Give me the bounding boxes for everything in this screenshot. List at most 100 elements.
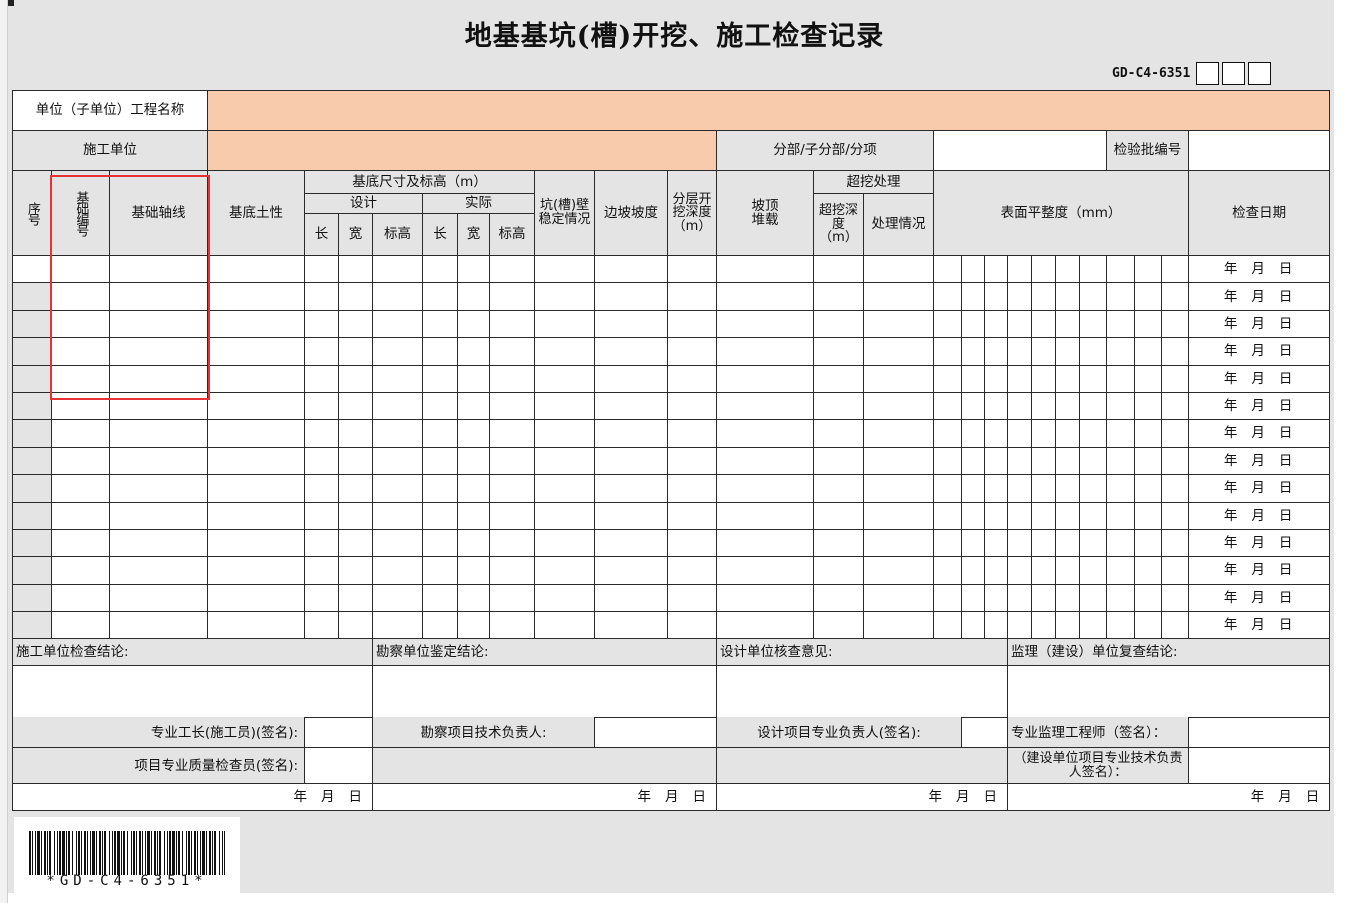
table-cell[interactable] [594,528,669,558]
table-cell[interactable] [1106,254,1136,284]
table-cell[interactable] [534,583,596,613]
table-cell[interactable] [489,309,536,339]
table-cell[interactable] [984,282,1009,311]
table-cell[interactable] [933,446,963,476]
table-cell[interactable] [984,446,1009,476]
table-cell[interactable] [1106,501,1136,530]
table-cell[interactable] [1007,528,1033,558]
table-cell[interactable] [489,556,536,585]
table-cell[interactable] [457,254,491,284]
table-cell[interactable] [534,391,596,421]
table-cell[interactable] [372,474,424,503]
table-cell[interactable] [716,309,815,339]
table-cell[interactable] [716,474,815,503]
table-cell[interactable] [12,583,52,613]
table-cell[interactable] [108,254,209,284]
table-cell[interactable] [961,254,986,284]
table-cell[interactable] [716,556,815,585]
table-cell[interactable] [716,446,815,476]
table-cell[interactable] [489,282,536,311]
table-cell[interactable] [594,446,669,476]
table-cell[interactable] [716,337,815,366]
table-cell[interactable] [304,419,340,448]
check-date-cell[interactable]: 年月日 [1188,419,1331,448]
table-cell[interactable] [304,391,340,421]
table-cell[interactable] [813,254,865,284]
project-name-field[interactable] [207,90,1331,131]
table-cell[interactable] [457,419,491,448]
table-cell[interactable] [534,282,596,311]
table-cell[interactable] [813,391,865,421]
table-cell[interactable] [863,337,935,366]
table-cell[interactable] [933,528,963,558]
check-date-cell[interactable]: 年月日 [1188,611,1331,640]
table-cell[interactable] [594,337,669,366]
table-cell[interactable] [933,419,963,448]
table-cell[interactable] [372,583,424,613]
table-cell[interactable] [534,528,596,558]
table-cell[interactable] [457,501,491,530]
table-cell[interactable] [304,254,340,284]
subdivision-field[interactable] [933,130,1108,171]
table-cell[interactable] [667,364,718,393]
table-cell[interactable] [863,309,935,339]
table-cell[interactable] [489,474,536,503]
table-cell[interactable] [1079,309,1108,339]
table-cell[interactable] [1106,528,1136,558]
check-date-cell[interactable]: 年月日 [1188,474,1331,503]
table-cell[interactable] [1161,611,1190,640]
table-cell[interactable] [1134,611,1163,640]
table-cell[interactable] [863,282,935,311]
table-cell[interactable] [1055,474,1081,503]
table-cell[interactable] [457,446,491,476]
table-cell[interactable] [51,309,110,339]
table-cell[interactable] [422,556,459,585]
table-cell[interactable] [338,446,374,476]
table-cell[interactable] [863,474,935,503]
table-cell[interactable] [1031,391,1057,421]
table-cell[interactable] [716,282,815,311]
table-cell[interactable] [457,556,491,585]
table-cell[interactable] [984,364,1009,393]
table-cell[interactable] [813,309,865,339]
table-cell[interactable] [12,474,52,503]
table-cell[interactable] [1031,309,1057,339]
table-cell[interactable] [457,364,491,393]
table-cell[interactable] [51,583,110,613]
table-cell[interactable] [1134,474,1163,503]
table-cell[interactable] [207,391,306,421]
table-cell[interactable] [961,337,986,366]
table-cell[interactable] [12,528,52,558]
table-cell[interactable] [1007,364,1033,393]
table-cell[interactable] [961,501,986,530]
table-cell[interactable] [1134,501,1163,530]
table-cell[interactable] [1079,419,1108,448]
construction-conclusion-field[interactable] [11,665,374,718]
table-cell[interactable] [863,446,935,476]
table-cell[interactable] [338,611,374,640]
table-cell[interactable] [1161,583,1190,613]
table-cell[interactable] [422,419,459,448]
table-cell[interactable] [207,282,306,311]
table-cell[interactable] [51,528,110,558]
table-cell[interactable] [961,282,986,311]
table-cell[interactable] [534,611,596,640]
table-cell[interactable] [933,282,963,311]
table-cell[interactable] [961,364,986,393]
table-cell[interactable] [372,446,424,476]
table-cell[interactable] [422,391,459,421]
table-cell[interactable] [984,528,1009,558]
table-cell[interactable] [1031,364,1057,393]
check-date-cell[interactable]: 年月日 [1188,446,1331,476]
table-cell[interactable] [372,337,424,366]
table-cell[interactable] [51,446,110,476]
table-cell[interactable] [961,556,986,585]
table-cell[interactable] [667,282,718,311]
table-cell[interactable] [1055,556,1081,585]
table-cell[interactable] [1079,446,1108,476]
table-cell[interactable] [984,419,1009,448]
table-cell[interactable] [1161,556,1190,585]
table-cell[interactable] [422,501,459,530]
table-cell[interactable] [1134,254,1163,284]
table-cell[interactable] [1134,391,1163,421]
